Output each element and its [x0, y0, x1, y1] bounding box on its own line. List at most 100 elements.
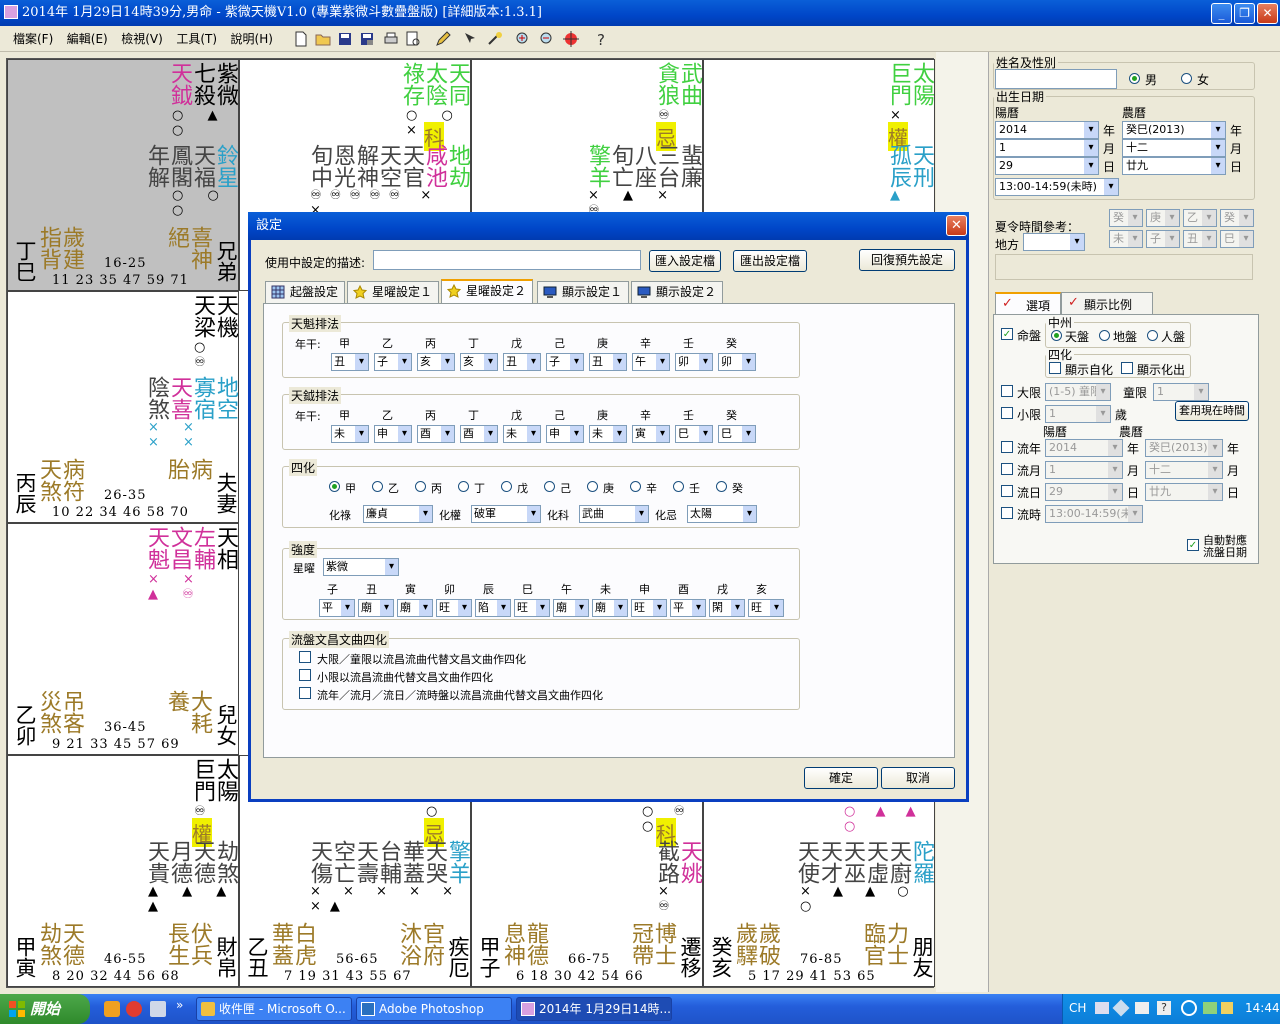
- day-select[interactable]: 29: [995, 157, 1099, 175]
- daxian-checkbox[interactable]: [1001, 385, 1013, 397]
- liushi-checkbox[interactable]: [1001, 507, 1013, 519]
- yue-select[interactable]: 巳: [718, 425, 756, 443]
- yue-select[interactable]: 巳: [675, 425, 713, 443]
- liunian-lunar-select[interactable]: 癸巳(2013): [1145, 439, 1223, 457]
- network-icon[interactable]: [1203, 1002, 1217, 1014]
- gz-select-6[interactable]: 子: [1146, 230, 1180, 248]
- liuri-select[interactable]: 29: [1045, 483, 1123, 501]
- reset-button[interactable]: 回復預先設定: [859, 249, 955, 271]
- quan-select[interactable]: 破軍: [471, 505, 541, 523]
- lunar-year-select[interactable]: 癸巳(2013): [1122, 121, 1226, 139]
- kui-select[interactable]: 子: [374, 353, 412, 371]
- stem-radio[interactable]: [630, 481, 641, 492]
- yue-select[interactable]: 未: [503, 425, 541, 443]
- hour-select[interactable]: 13:00-14:59(未時): [995, 178, 1119, 196]
- kui-select[interactable]: 午: [632, 353, 670, 371]
- yue-select[interactable]: 申: [374, 425, 412, 443]
- chevron-right-icon[interactable]: »: [176, 998, 183, 1012]
- stem-radio[interactable]: [716, 481, 727, 492]
- tab-display-settings-2[interactable]: 顯示設定２: [631, 281, 723, 303]
- gz-select-8[interactable]: 巳: [1220, 230, 1254, 248]
- daxian-select[interactable]: (1-5) 童限: [1045, 383, 1111, 401]
- liuyue-lunar-select[interactable]: 十二: [1145, 461, 1223, 479]
- tab-star-settings-2[interactable]: 星曜設定２: [441, 279, 533, 304]
- keyboard-icon[interactable]: [1095, 1002, 1109, 1014]
- strength-select[interactable]: 廟: [397, 599, 433, 617]
- gz-select-1[interactable]: 癸: [1109, 209, 1143, 227]
- strength-select[interactable]: 廟: [553, 599, 589, 617]
- help-icon[interactable]: ?: [592, 30, 610, 48]
- kui-select[interactable]: 卯: [718, 353, 756, 371]
- lu-select[interactable]: 廉貞: [363, 505, 433, 523]
- stem-radio[interactable]: [673, 481, 684, 492]
- minimize-button[interactable]: _: [1211, 3, 1232, 24]
- strength-select[interactable]: 旺: [436, 599, 472, 617]
- strength-select[interactable]: 廟: [592, 599, 628, 617]
- xiaoxian-checkbox[interactable]: [1001, 407, 1013, 419]
- cancel-button[interactable]: 取消: [881, 767, 955, 789]
- liuri-lunar-select[interactable]: 廿九: [1145, 483, 1223, 501]
- liushi-select[interactable]: 13:00-14:59(未時): [1045, 505, 1143, 523]
- help-tray-icon[interactable]: ?: [1157, 1001, 1171, 1015]
- open-folder-icon[interactable]: [314, 30, 332, 48]
- ok-button[interactable]: 確定: [804, 767, 878, 789]
- month-select[interactable]: 1: [995, 139, 1099, 157]
- print-icon[interactable]: [382, 30, 400, 48]
- xiaoxian-select[interactable]: 1: [1045, 405, 1111, 423]
- yue-select[interactable]: 未: [331, 425, 369, 443]
- tongxian-select[interactable]: 1: [1153, 383, 1209, 401]
- kui-select[interactable]: 丑: [331, 353, 369, 371]
- menu-tools[interactable]: 工具(T): [171, 26, 222, 52]
- tab-options[interactable]: ✓ 選項: [995, 292, 1061, 314]
- ke-select[interactable]: 武曲: [579, 505, 649, 523]
- palace-cell-spouse[interactable]: 天機 天梁 ○ ♾ 地空 寡宿 天喜 陰煞 × × × × 病符 天煞 病 胎 …: [7, 291, 239, 523]
- import-button[interactable]: 匯入設定檔: [649, 250, 721, 272]
- kui-select[interactable]: 丑: [503, 353, 541, 371]
- pen-icon[interactable]: [1112, 999, 1130, 1017]
- place-select[interactable]: [1023, 233, 1085, 251]
- tab-scale[interactable]: ✓ 顯示比例: [1061, 292, 1153, 314]
- yue-select[interactable]: 酉: [417, 425, 455, 443]
- chrome-icon[interactable]: [126, 1001, 142, 1017]
- strength-select[interactable]: 旺: [631, 599, 667, 617]
- tianpan-radio[interactable]: [1051, 330, 1062, 341]
- kui-select[interactable]: 子: [546, 353, 584, 371]
- stem-radio[interactable]: [372, 481, 383, 492]
- kui-select[interactable]: 卯: [675, 353, 713, 371]
- pencil-icon[interactable]: [434, 30, 452, 48]
- quicklaunch-icon-3[interactable]: [150, 1001, 166, 1017]
- strength-select[interactable]: 廟: [358, 599, 394, 617]
- strength-select[interactable]: 旺: [748, 599, 784, 617]
- gz-select-5[interactable]: 未: [1109, 230, 1143, 248]
- liuyue-select[interactable]: 1: [1045, 461, 1123, 479]
- quicklaunch-icon-1[interactable]: [104, 1001, 120, 1017]
- stem-radio[interactable]: [458, 481, 469, 492]
- tab-chart-settings[interactable]: 起盤設定: [265, 281, 345, 303]
- liunian-select[interactable]: 2014: [1045, 439, 1123, 457]
- menu-file[interactable]: 檔案(F): [8, 26, 58, 52]
- strength-select[interactable]: 陷: [475, 599, 511, 617]
- palace-cell-siblings[interactable]: 紫微 七殺 天鉞 ○ ▲ ○ 鈴星 天福 鳳閣 年解 ○ ○ ○ 歲建 指背 喜…: [7, 59, 239, 291]
- task-outlook[interactable]: 收件匣 - Microsoft O...: [196, 997, 352, 1021]
- use-now-button[interactable]: 套用現在時間: [1175, 401, 1249, 421]
- male-radio[interactable]: [1129, 73, 1140, 84]
- palace-cell-wealth[interactable]: 太陽 巨門 ♾ ○ 權 劫煞 天德 月德 天貴 ▲ ▲ ▲ ▲ 天德 劫煞 伏兵…: [7, 755, 239, 987]
- export-button[interactable]: 匯出設定檔: [733, 250, 807, 272]
- menu-help[interactable]: 說明(H): [226, 26, 278, 52]
- dipan-radio[interactable]: [1099, 330, 1110, 341]
- task-photoshop[interactable]: Adobe Photoshop: [356, 997, 512, 1021]
- tab-display-settings-1[interactable]: 顯示設定１: [537, 281, 629, 303]
- liunian-checkbox[interactable]: [1001, 441, 1013, 453]
- gz-select-4[interactable]: 癸: [1220, 209, 1254, 227]
- language-indicator[interactable]: CH: [1069, 1001, 1086, 1015]
- menu-view[interactable]: 檢視(V): [116, 26, 168, 52]
- zoom-in-icon[interactable]: [514, 30, 532, 48]
- star-select[interactable]: 紫微: [323, 558, 399, 576]
- wc2-checkbox[interactable]: [299, 669, 311, 681]
- dialog-close-button[interactable]: ✕: [946, 215, 967, 236]
- desc-input[interactable]: [373, 250, 641, 270]
- zihua-checkbox[interactable]: [1049, 362, 1061, 374]
- maximize-button[interactable]: ❐: [1234, 3, 1255, 24]
- strength-select[interactable]: 平: [670, 599, 706, 617]
- close-button[interactable]: ✕: [1257, 3, 1278, 24]
